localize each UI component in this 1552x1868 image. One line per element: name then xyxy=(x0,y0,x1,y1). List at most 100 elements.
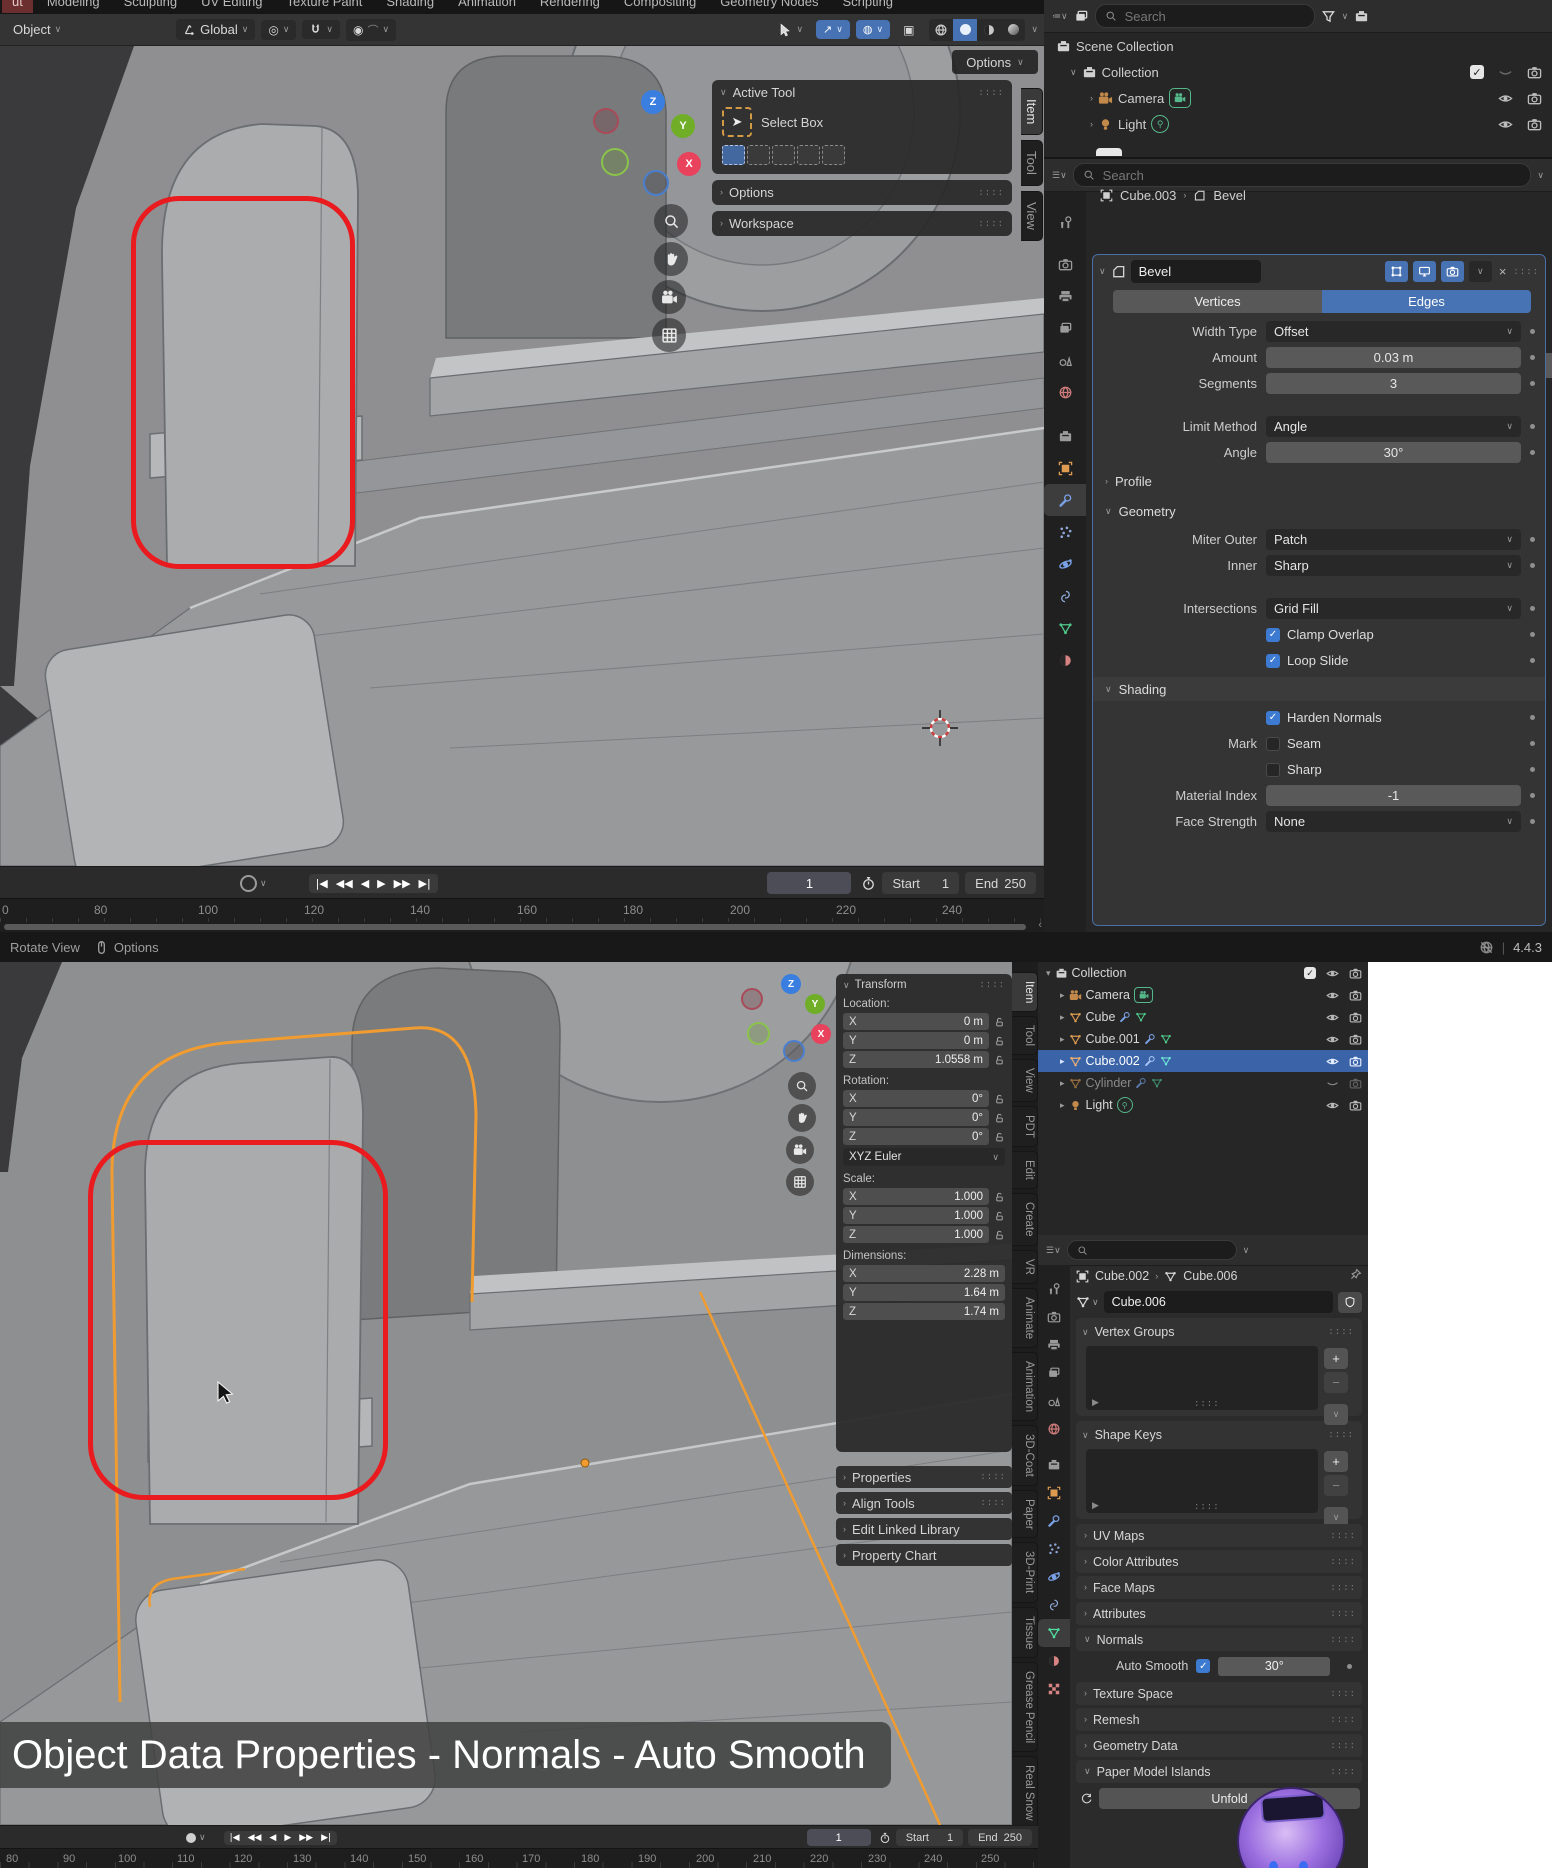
amount-field[interactable]: 0.03 m xyxy=(1266,347,1521,368)
list-grip[interactable]: :::: xyxy=(1194,1502,1220,1512)
sidebar-tab-paper[interactable]: Paper xyxy=(1012,1489,1038,1539)
axis-z-negative-handle[interactable] xyxy=(643,170,669,196)
animate-dot[interactable] xyxy=(1530,658,1535,663)
panel-grip[interactable]: :::: xyxy=(980,1472,1006,1482)
modifier-name-field[interactable]: Bevel xyxy=(1130,260,1261,283)
shape-keys-header[interactable]: ∨ Shape Keys:::: xyxy=(1082,1425,1356,1445)
sidebar-tab-item[interactable]: Item xyxy=(1012,972,1038,1013)
tab-object[interactable] xyxy=(1038,1479,1070,1507)
eye-icon[interactable] xyxy=(1326,1033,1339,1046)
previous-keyframe-button[interactable]: ◀◀ xyxy=(245,1832,265,1844)
zoom-button[interactable] xyxy=(788,1072,816,1100)
vertex-groups-list[interactable]: ▶ :::: xyxy=(1086,1346,1318,1410)
jump-to-end-button[interactable]: ▶| xyxy=(416,876,434,891)
editor-type-icon[interactable]: ≔∨ xyxy=(1052,11,1068,21)
properties-search-input[interactable] xyxy=(1100,166,1522,184)
show-overlays-dropdown[interactable]: ◍ ∨ xyxy=(855,20,891,39)
frame-start-field[interactable]: Start 1 xyxy=(895,1829,964,1846)
eye-icon[interactable] xyxy=(1326,1099,1339,1112)
snapping-dropdown[interactable]: ∨ xyxy=(302,20,341,39)
select-subtract-button[interactable] xyxy=(772,145,795,165)
active-tool-panel-header[interactable]: ∨ Active Tool :::: xyxy=(712,80,1012,105)
navigation-gizmo[interactable]: Z Y X xyxy=(735,974,845,1064)
object-visibility-dropdown[interactable]: ∨ xyxy=(771,20,810,40)
outliner-search-input[interactable] xyxy=(1122,7,1305,25)
camera-view-button[interactable] xyxy=(652,280,686,314)
transform-panel-header[interactable]: ∨ Transform:::: xyxy=(843,979,1005,991)
axis-x-negative-handle[interactable] xyxy=(593,108,619,134)
tab-physics[interactable] xyxy=(1044,548,1086,580)
camera-visibility-icon[interactable] xyxy=(1527,117,1542,132)
panel-grip[interactable]: :::: xyxy=(978,219,1004,229)
sidebar-tab-view[interactable]: View xyxy=(1012,1059,1038,1103)
panel-edit-linked-library[interactable]: › Edit Linked Library xyxy=(836,1518,1012,1540)
resize-handle[interactable]: ▶ xyxy=(1092,1397,1099,1408)
rotation-x-field[interactable]: X 0° xyxy=(843,1090,989,1107)
animate-dot[interactable] xyxy=(1530,537,1535,542)
tab-collection[interactable] xyxy=(1038,1451,1070,1479)
panel-align-tools[interactable]: › Align Tools:::: xyxy=(836,1492,1012,1514)
dimensions-z-field[interactable]: Z 1.74 m xyxy=(843,1303,1005,1320)
tab-scene[interactable] xyxy=(1038,1387,1070,1415)
outliner-row-camera[interactable]: › Camera xyxy=(1044,85,1552,111)
outliner-search[interactable] xyxy=(1094,4,1315,28)
outliner-row-camera[interactable]: ▸ Camera xyxy=(1038,984,1368,1006)
tab-tool[interactable] xyxy=(1038,1275,1070,1303)
list-grip[interactable]: :::: xyxy=(1194,1399,1220,1409)
panel-grip[interactable]: :::: xyxy=(1513,267,1539,277)
camera-view-button[interactable] xyxy=(786,1136,814,1164)
animate-dot[interactable] xyxy=(1530,563,1535,568)
shading-wireframe-button[interactable] xyxy=(929,19,953,41)
panel-grip[interactable]: :::: xyxy=(979,980,1005,990)
tab-texture-paint[interactable]: Texture Paint xyxy=(276,0,373,13)
stopwatch-icon[interactable] xyxy=(879,1832,891,1844)
mesh-data-badge-icon[interactable] xyxy=(1135,1011,1147,1023)
outliner-row-collection[interactable]: ∨ Collection ✓ xyxy=(1044,59,1552,85)
chevron-down-icon[interactable]: ∨ xyxy=(1099,267,1106,276)
outliner-row-light[interactable]: › Light ⚲ xyxy=(1044,111,1552,137)
camera-visibility-icon[interactable] xyxy=(1349,967,1362,980)
tab-physics[interactable] xyxy=(1038,1563,1070,1591)
tab-geometry-nodes[interactable]: Geometry Nodes xyxy=(710,0,829,13)
tab-output[interactable] xyxy=(1038,1331,1070,1359)
tab-modifiers[interactable] xyxy=(1044,484,1086,516)
active-tool-row[interactable]: ➤ Select Box xyxy=(712,105,1012,145)
filter-icon[interactable] xyxy=(1321,9,1336,24)
resize-handle[interactable]: ▶ xyxy=(1092,1500,1099,1511)
play-reverse-button[interactable]: ◀ xyxy=(266,1832,279,1844)
show-gizmo-dropdown[interactable]: ↗ ∨ xyxy=(816,20,850,39)
angle-field[interactable]: 30° xyxy=(1266,442,1521,463)
properties-editor-icon[interactable]: ☰∨ xyxy=(1046,1245,1061,1255)
navigation-gizmo[interactable]: Z Y X xyxy=(585,90,715,200)
camera-visibility-icon[interactable] xyxy=(1349,989,1362,1002)
modifier-badge-icon[interactable] xyxy=(1119,1011,1131,1023)
collection-checkbox[interactable]: ✓ xyxy=(1470,65,1484,79)
modifier-extras-dropdown[interactable]: ∨ xyxy=(1468,261,1492,282)
jump-to-start-button[interactable]: |◀ xyxy=(313,876,331,891)
segments-field[interactable]: 3 xyxy=(1266,373,1521,394)
panel-grip[interactable]: :::: xyxy=(1330,1767,1356,1777)
eye-icon[interactable] xyxy=(1326,1055,1339,1068)
tab-object[interactable] xyxy=(1044,452,1086,484)
remesh-panel-header[interactable]: › Remesh:::: xyxy=(1076,1708,1362,1731)
eye-icon[interactable] xyxy=(1326,989,1339,1002)
face-maps-panel-header[interactable]: › Face Maps:::: xyxy=(1076,1576,1362,1599)
workspace-panel-header[interactable]: › Workspace :::: xyxy=(712,211,1012,236)
tab-material[interactable] xyxy=(1044,644,1086,676)
camera-visibility-icon[interactable] xyxy=(1349,1055,1362,1068)
pivot-point-dropdown[interactable]: ◎ ∨ xyxy=(261,19,297,40)
outliner-row-cylinder[interactable]: ▸ Cylinder xyxy=(1038,1072,1368,1094)
panel-grip[interactable]: :::: xyxy=(1330,1531,1356,1541)
perspective-toggle-button[interactable] xyxy=(652,318,686,352)
next-keyframe-button[interactable]: ▶▶ xyxy=(296,1832,316,1844)
sidebar-tab-grease-pencil[interactable]: Grease Pencil xyxy=(1012,1662,1038,1753)
properties-search[interactable] xyxy=(1072,163,1532,187)
tab-tool[interactable] xyxy=(1044,206,1086,238)
tab-constraints[interactable] xyxy=(1044,580,1086,612)
panel-grip[interactable]: :::: xyxy=(980,1498,1006,1508)
geometry-subpanel-header[interactable]: ∨ Geometry xyxy=(1093,499,1545,523)
sidebar-tab-animation[interactable]: Animation xyxy=(1012,1351,1038,1421)
mesh-data-badge-icon[interactable] xyxy=(1160,1055,1172,1067)
options-dropdown[interactable]: Options ∨ xyxy=(952,50,1038,74)
texture-space-panel-header[interactable]: › Texture Space:::: xyxy=(1076,1682,1362,1705)
